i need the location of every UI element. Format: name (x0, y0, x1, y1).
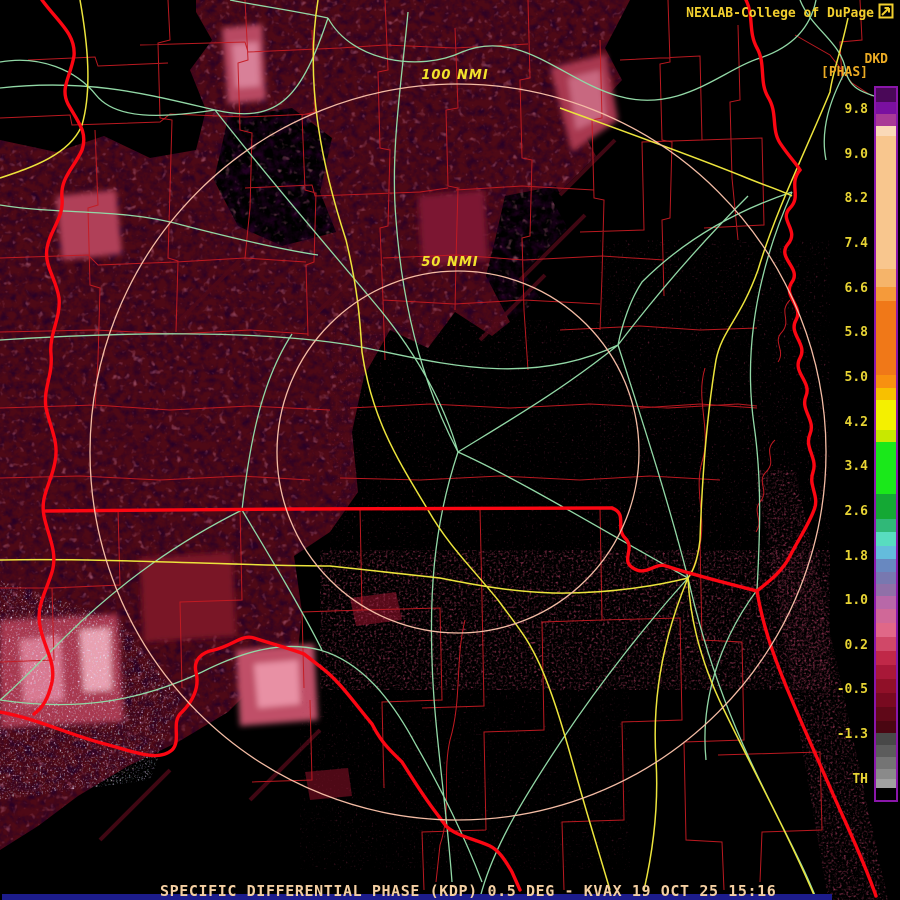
colorbar-tick-label: 2.6 (845, 505, 868, 519)
colorbar-segment (876, 745, 896, 757)
colorbar-tick-label: 7.4 (845, 237, 868, 251)
savannah-river-border (746, 0, 800, 170)
colorbar-segment (876, 757, 896, 769)
colorbar-tick-label: 1.0 (845, 594, 868, 608)
color-scale-bar (874, 86, 898, 802)
colorbar-segment (876, 126, 896, 136)
colorbar-segment (876, 623, 896, 637)
colorbar-segment (876, 88, 896, 102)
colorbar-tick-label: 4.2 (845, 416, 868, 430)
colorbar-segment (876, 559, 896, 572)
colorbar-segment (876, 733, 896, 745)
colorbar-segment (876, 375, 896, 388)
colorbar-segment (876, 721, 896, 733)
colorbar-segment (876, 269, 896, 287)
colorbar-tick-label: 3.4 (845, 460, 868, 474)
colorbar-segment (876, 494, 896, 519)
colorbar-tick-label: 9.0 (845, 148, 868, 162)
colorbar-segment (876, 442, 896, 494)
colorbar-segment (876, 693, 896, 707)
range-ring-label-50nmi: 50 NMI (421, 255, 478, 270)
colorbar-tick-label: 5.0 (845, 371, 868, 385)
colorbar-tick-label: 8.2 (845, 192, 868, 206)
colorbar-segment (876, 651, 896, 665)
colorbar-segment (876, 388, 896, 400)
colorbar-segment (876, 519, 896, 532)
colorbar-segment (876, 596, 896, 609)
colorbar-segment (876, 301, 896, 375)
colorbar-tick-label: 6.6 (845, 282, 868, 296)
colorbar-tick-label: 0.2 (845, 639, 868, 653)
colorbar-tick-label: TH (852, 773, 868, 787)
radar-map (0, 0, 900, 900)
range-ring-label-100nmi: 100 NMI (421, 68, 488, 83)
colorbar-segment (876, 665, 896, 679)
colorbar-segment (876, 136, 896, 269)
product-code-label: DKD (865, 52, 888, 67)
colorbar-segment (876, 532, 896, 546)
radar-display: NEXLAB-College of DuPage DKD [PHAS] 100 … (0, 0, 900, 900)
colorbar-tick-label: 1.8 (845, 550, 868, 564)
colorbar-tick-label: -1.3 (837, 728, 868, 742)
product-phase-label: [PHAS] (821, 65, 868, 80)
colorbar-segment (876, 679, 896, 693)
brand-title: NEXLAB-College of DuPage (686, 6, 874, 21)
colorbar-tick-label: 9.8 (845, 103, 868, 117)
colorbar-segment (876, 769, 896, 779)
nexlab-logo-icon (878, 3, 894, 19)
colorbar-segment (876, 572, 896, 584)
colorbar-segment (876, 788, 896, 800)
colorbar-tick-label: 5.8 (845, 326, 868, 340)
status-bar-text: SPECIFIC DIFFERENTIAL PHASE (KDP) 0.5 DE… (160, 882, 776, 900)
colorbar-segment (876, 779, 896, 788)
colorbar-segment (876, 114, 896, 126)
colorbar-segment (876, 102, 896, 114)
colorbar-segment (876, 400, 896, 430)
colorbar-segment (876, 707, 896, 721)
colorbar-segment (876, 430, 896, 442)
colorbar-segment (876, 546, 896, 559)
colorbar-segment (876, 609, 896, 623)
colorbar-segment (876, 287, 896, 301)
colorbar-segment (876, 584, 896, 596)
colorbar-segment (876, 637, 896, 651)
colorbar-tick-label: -0.5 (837, 683, 868, 697)
